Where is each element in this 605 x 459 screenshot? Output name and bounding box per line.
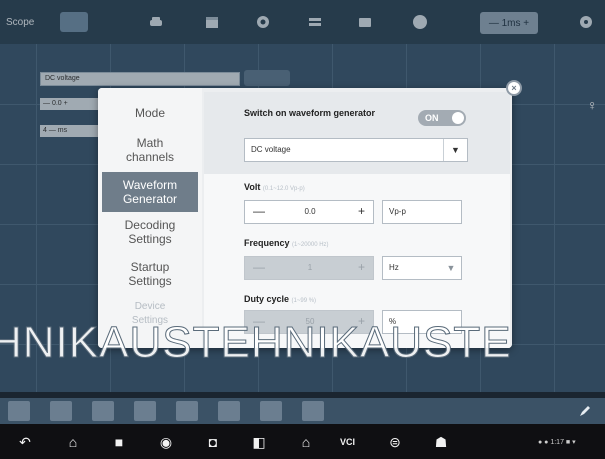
status-indicators: ● ● 1:17 ■ ▾	[538, 439, 576, 446]
run-stop-button[interactable]	[60, 12, 88, 32]
increment-button[interactable]: +	[358, 260, 365, 274]
app-title: Scope	[6, 16, 35, 28]
house-icon[interactable]: ⌂	[297, 434, 315, 450]
sidebar-item-decoding-settings[interactable]: Decoding Settings	[102, 216, 198, 248]
volt-label-text: Volt	[244, 182, 261, 192]
dialog-content: Switch on waveform generator ON DC volta…	[202, 88, 512, 348]
car-icon[interactable]: ⊜	[386, 434, 404, 450]
volt-label: Volt (0.1~12.0 Vp-p)	[244, 182, 305, 192]
folder-icon[interactable]	[357, 14, 373, 30]
volt-unit-field[interactable]: Vp-p	[382, 200, 462, 224]
zoom-control[interactable]: — 1ms +	[480, 12, 538, 34]
sidebar-item-label: Startup Settings	[128, 260, 172, 288]
settings-dialog: Mode Math channels Waveform Generator De…	[98, 88, 512, 348]
volt-stepper[interactable]: — 0.0 +	[244, 200, 374, 224]
home-icon[interactable]: ⌂	[64, 434, 82, 450]
shield-icon[interactable]: ◉	[157, 434, 175, 450]
increment-button[interactable]: +	[358, 204, 365, 218]
channel-button-g[interactable]	[260, 401, 282, 421]
frequency-unit-value: Hz	[389, 263, 399, 272]
settings-icon[interactable]	[578, 14, 594, 30]
frequency-hint: (1~20000 Hz)	[292, 242, 329, 248]
frequency-label-text: Frequency	[244, 238, 290, 248]
chevron-down-icon: ▼	[446, 263, 456, 273]
sidebar-item-math-channels[interactable]: Math channels	[102, 134, 198, 166]
duty-cycle-label-text: Duty cycle	[244, 294, 290, 304]
close-icon[interactable]: ×	[506, 80, 522, 96]
sidebar-item-label: Waveform Generator	[122, 178, 178, 206]
volt-value: 0.0	[304, 207, 316, 216]
frequency-stepper[interactable]: — 1 +	[244, 256, 374, 280]
system-nav-bar: ↶ ⌂ ■ ◉ ◘ ◧ ⌂ VCI ⊜ ☗ ● ● 1:17 ■ ▾	[0, 424, 605, 459]
camera-icon[interactable]: ◘	[204, 434, 222, 450]
sidebar-item-startup-settings[interactable]: Startup Settings	[102, 258, 198, 290]
waveform-type-value: DC voltage	[251, 145, 291, 154]
toggle-knob	[452, 112, 464, 124]
users-icon[interactable]: ☗	[432, 434, 450, 450]
help-icon[interactable]	[412, 14, 428, 30]
frequency-unit-select[interactable]: Hz ▼	[382, 256, 462, 280]
channel-button-a[interactable]	[8, 401, 30, 421]
waveform-type-select[interactable]: DC voltage ▼	[244, 138, 468, 162]
sidebar-item-label: Decoding Settings	[124, 218, 176, 246]
split-screen-icon[interactable]: ◧	[250, 434, 268, 450]
back-icon[interactable]: ↶	[16, 434, 34, 450]
duty-cycle-label: Duty cycle (1~99 %)	[244, 294, 316, 304]
toggle-label: ON	[425, 113, 439, 123]
content-panel: Switch on waveform generator ON DC volta…	[204, 92, 510, 348]
background-row[interactable]: 4 — ms	[40, 125, 100, 137]
frequency-value: 1	[307, 263, 313, 272]
channel-button-c[interactable]	[92, 401, 114, 421]
recent-apps-icon[interactable]: ■	[110, 434, 128, 450]
layers-icon[interactable]	[307, 14, 323, 30]
sidebar-item-label: Math channels	[125, 136, 175, 164]
calendar-icon[interactable]	[204, 14, 220, 30]
background-channel-select[interactable]: DC voltage	[40, 72, 240, 86]
channel-button-e[interactable]	[176, 401, 198, 421]
sidebar-item-mode[interactable]: Mode	[102, 102, 198, 124]
switch-label: Switch on waveform generator	[244, 108, 376, 118]
sidebar-item-label: Mode	[134, 106, 166, 120]
channel-toolbar	[0, 398, 605, 424]
vci-label[interactable]: VCI	[340, 437, 355, 447]
volt-hint: (0.1~12.0 Vp-p)	[262, 186, 305, 192]
duty-cycle-hint: (1~99 %)	[291, 298, 317, 304]
pencil-icon[interactable]	[578, 404, 592, 418]
gear-icon[interactable]	[255, 14, 271, 30]
sidebar-item-waveform-generator[interactable]: Waveform Generator	[102, 172, 198, 212]
lightbulb-icon[interactable]: ♀	[587, 97, 598, 113]
channel-button-b[interactable]	[50, 401, 72, 421]
waveform-generator-toggle[interactable]: ON	[418, 110, 466, 126]
watermark: HNIKAUSTEHNIKAUSTE	[0, 318, 512, 368]
channel-button-d[interactable]	[134, 401, 156, 421]
dialog-sidebar: Mode Math channels Waveform Generator De…	[98, 88, 202, 348]
background-row[interactable]: — 0.0 +	[40, 98, 100, 110]
car-icon[interactable]	[148, 14, 164, 30]
channel-button-h[interactable]	[302, 401, 324, 421]
chevron-down-icon: ▼	[443, 139, 467, 161]
frequency-label: Frequency (1~20000 Hz)	[244, 238, 329, 248]
background-pill[interactable]	[244, 70, 290, 86]
channel-button-f[interactable]	[218, 401, 240, 421]
